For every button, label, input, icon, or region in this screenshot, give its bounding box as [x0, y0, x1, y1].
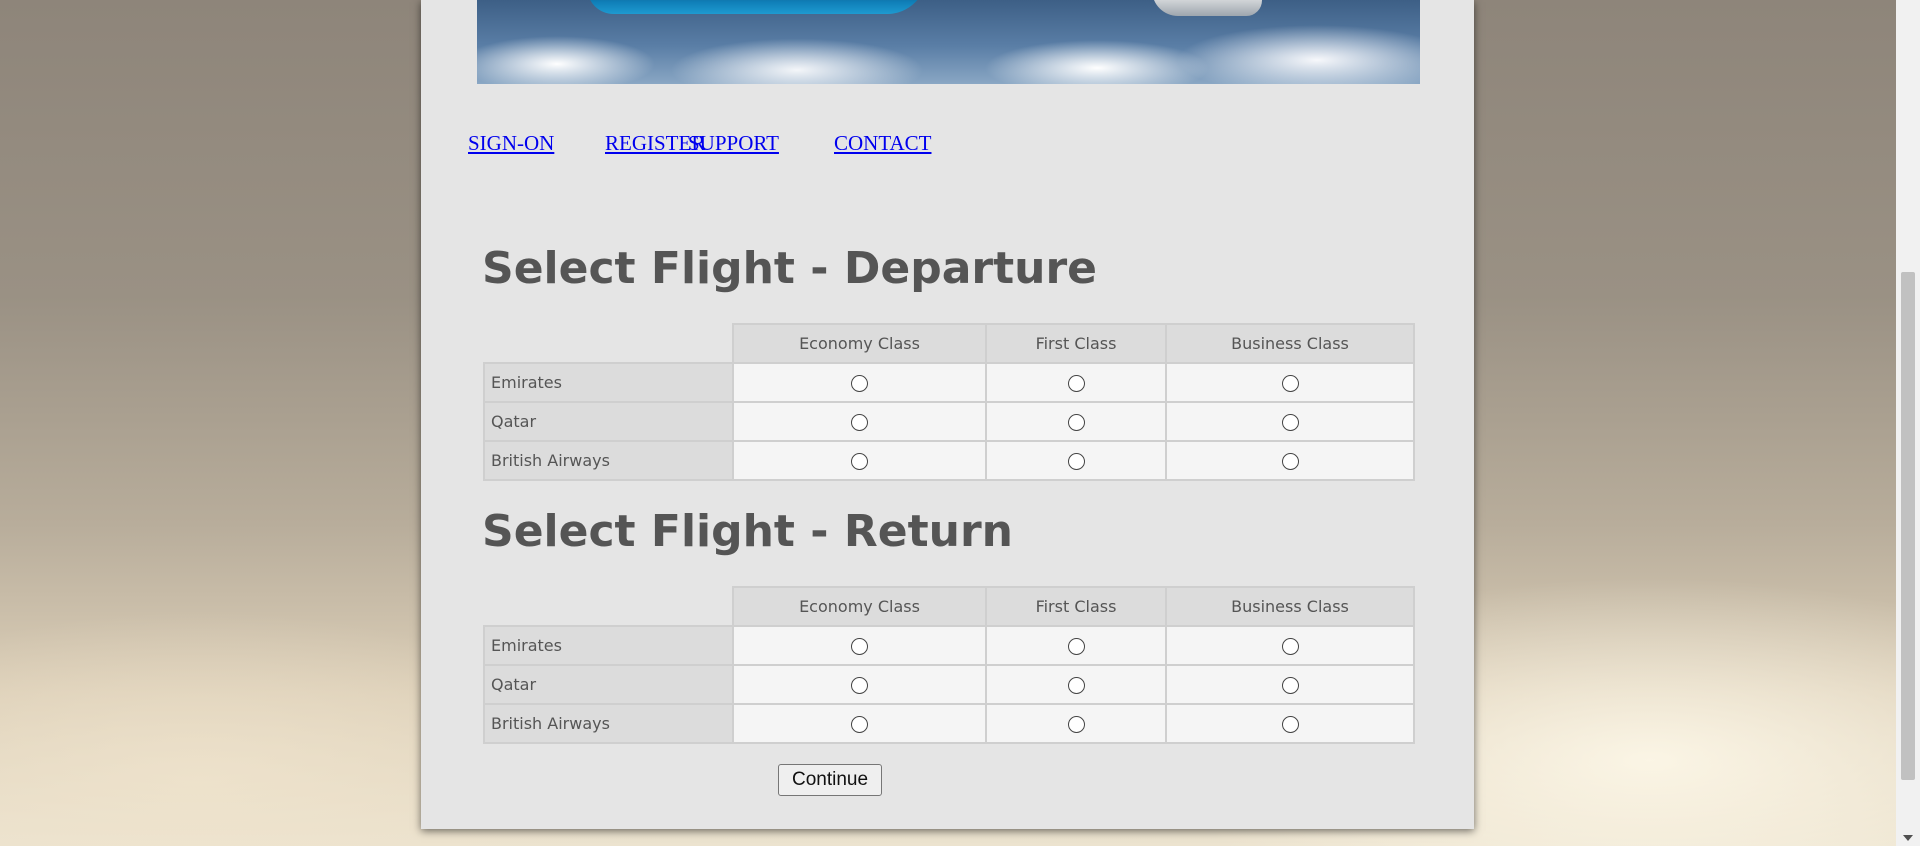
main-container: SIGN-ON REGISTER SUPPORT CONTACT Select …	[421, 0, 1474, 829]
table-corner	[484, 324, 733, 363]
departure-qatar-economy-radio[interactable]	[851, 414, 868, 431]
return-emirates-economy-radio[interactable]	[851, 638, 868, 655]
column-header-economy: Economy Class	[732, 586, 987, 627]
departure-table: Economy Class First Class Business Class…	[483, 323, 1415, 481]
nav-link-sign-on[interactable]: SIGN-ON	[468, 131, 554, 156]
departure-british-airways-business-radio[interactable]	[1281, 453, 1299, 470]
airplane-fuselage	[587, 0, 927, 14]
departure-title: Select Flight - Departure	[482, 243, 1098, 294]
table-row: Emirates	[483, 362, 1415, 403]
return-british-airways-business-radio[interactable]	[1281, 716, 1299, 733]
nav-link-contact[interactable]: CONTACT	[834, 131, 931, 156]
airline-label: Emirates	[483, 625, 734, 666]
page-scrollbar[interactable]	[1896, 0, 1920, 846]
airline-label: Qatar	[483, 664, 734, 705]
chevron-down-icon[interactable]	[1903, 835, 1913, 841]
return-qatar-first-radio[interactable]	[1067, 677, 1085, 694]
departure-emirates-economy-radio[interactable]	[851, 375, 868, 392]
table-row: Qatar	[483, 401, 1415, 442]
table-header-row: Economy Class First Class Business Class	[484, 323, 1415, 364]
continue-button[interactable]: Continue	[778, 764, 882, 796]
return-british-airways-economy-radio[interactable]	[851, 716, 868, 733]
return-emirates-business-radio[interactable]	[1281, 638, 1299, 655]
departure-qatar-business-radio[interactable]	[1281, 414, 1299, 431]
nav-link-support[interactable]: SUPPORT	[688, 131, 779, 156]
airline-label: British Airways	[483, 440, 734, 481]
table-row: British Airways	[483, 703, 1415, 744]
table-header-row: Economy Class First Class Business Class	[484, 586, 1415, 627]
table-row: Emirates	[483, 625, 1415, 666]
banner-image	[477, 0, 1420, 84]
scrollbar-thumb[interactable]	[1901, 272, 1915, 780]
airline-label: Emirates	[483, 362, 734, 403]
departure-british-airways-economy-radio[interactable]	[851, 453, 868, 470]
departure-qatar-first-radio[interactable]	[1067, 414, 1085, 431]
airline-label: Qatar	[483, 401, 734, 442]
column-header-business: Business Class	[1165, 586, 1415, 627]
table-corner	[484, 587, 733, 626]
return-title: Select Flight - Return	[482, 506, 1013, 557]
column-header-economy: Economy Class	[732, 323, 987, 364]
airline-label: British Airways	[483, 703, 734, 744]
column-header-first: First Class	[985, 323, 1167, 364]
column-header-business: Business Class	[1165, 323, 1415, 364]
departure-emirates-first-radio[interactable]	[1067, 375, 1085, 392]
return-qatar-business-radio[interactable]	[1281, 677, 1299, 694]
airplane-engine	[1152, 0, 1262, 16]
return-british-airways-first-radio[interactable]	[1067, 716, 1085, 733]
return-emirates-first-radio[interactable]	[1067, 638, 1085, 655]
departure-british-airways-first-radio[interactable]	[1067, 453, 1085, 470]
table-row: British Airways	[483, 440, 1415, 481]
return-table: Economy Class First Class Business Class…	[483, 586, 1415, 744]
departure-emirates-business-radio[interactable]	[1281, 375, 1299, 392]
column-header-first: First Class	[985, 586, 1167, 627]
return-qatar-economy-radio[interactable]	[851, 677, 868, 694]
table-row: Qatar	[483, 664, 1415, 705]
